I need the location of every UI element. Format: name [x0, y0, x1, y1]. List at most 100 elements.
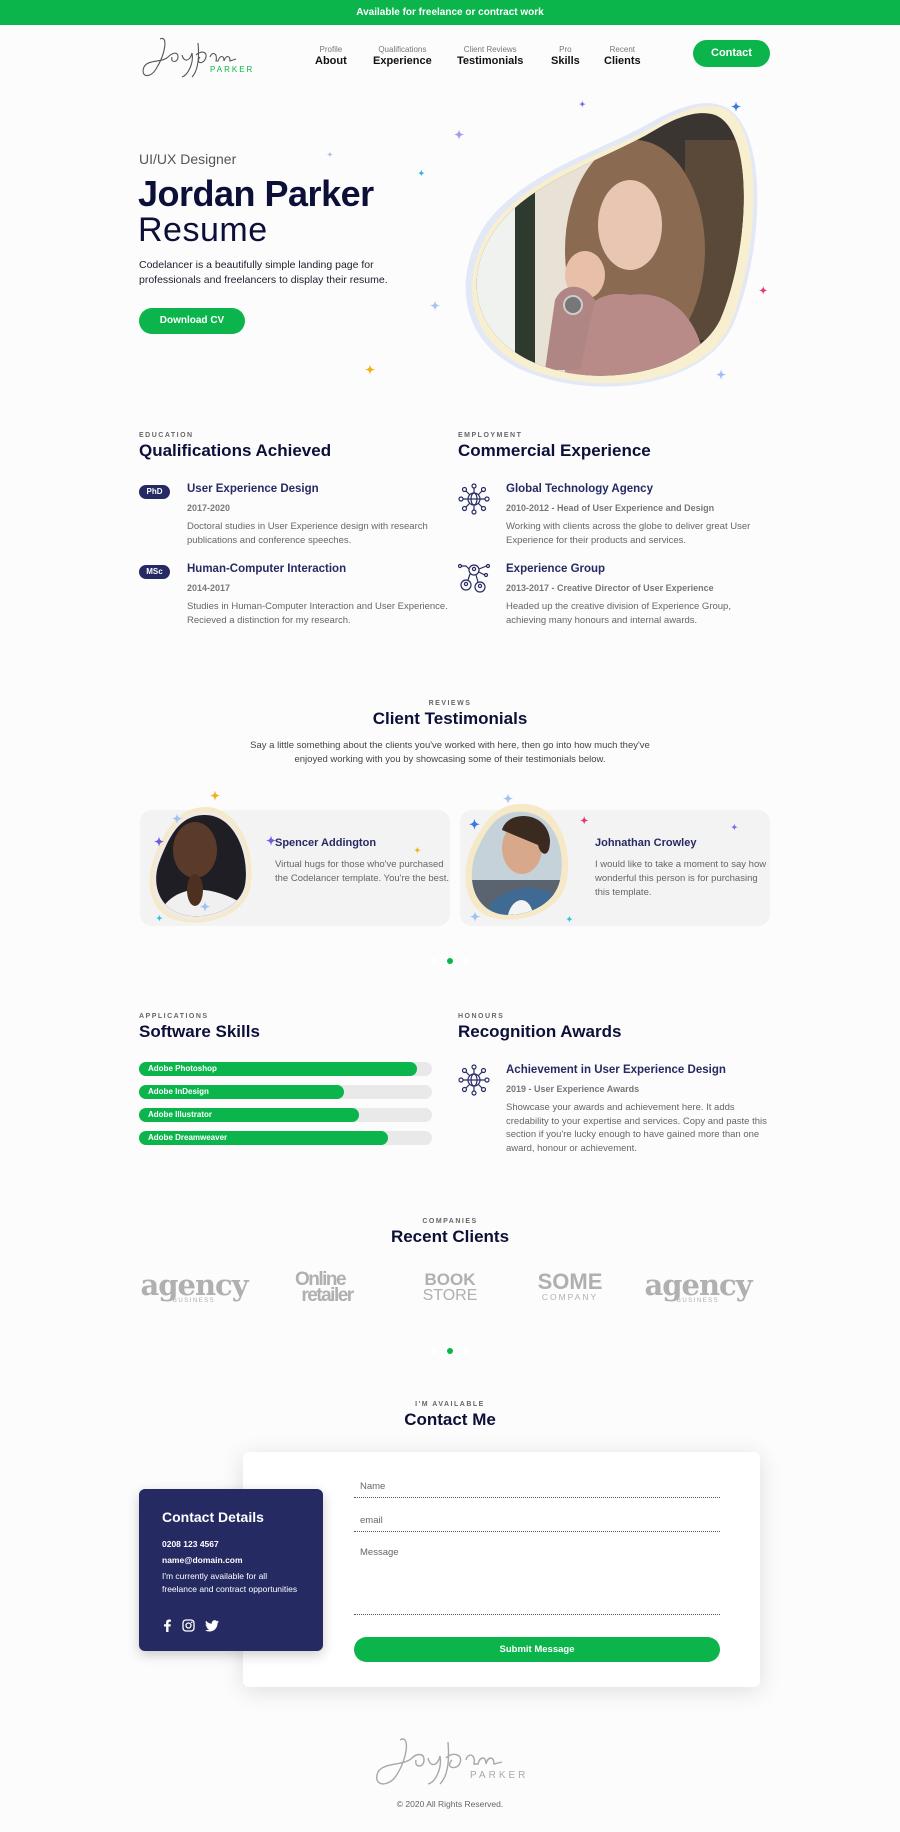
nav-item-skills[interactable]: Pro Skills: [551, 45, 580, 68]
nav-sub-label: Profile: [319, 45, 343, 54]
instagram-icon[interactable]: [182, 1619, 195, 1632]
skill-label: Adobe Illustrator: [148, 1110, 213, 1119]
carousel-dot[interactable]: [463, 1348, 469, 1354]
nav-sub-label: Recent: [609, 45, 636, 54]
nav-item-about[interactable]: Profile About: [315, 45, 347, 68]
employment-item: Global Technology Agency 2010-2012 - Hea…: [458, 483, 768, 547]
name-input[interactable]: [354, 1476, 720, 1497]
contact-phone[interactable]: 0208 123 4567: [162, 1539, 219, 1549]
section-kicker: COMPANIES: [422, 1218, 478, 1225]
sparkle-icon: ✦: [365, 363, 376, 377]
availability-text: Available for freelance or contract work: [356, 7, 544, 18]
entry-meta: 2010-2012 - Head of User Experience and …: [506, 503, 715, 513]
section-kicker: REVIEWS: [428, 700, 472, 707]
name-field[interactable]: [354, 1476, 720, 1498]
sparkle-icon: ✦: [266, 834, 277, 848]
skill-label: Adobe InDesign: [148, 1087, 209, 1096]
twitter-icon[interactable]: [205, 1619, 219, 1632]
nav-item-testimonials[interactable]: Client Reviews Testimonials: [457, 45, 523, 68]
client-logos: agency BUSINESS Online retailer BOOK STO…: [130, 1268, 770, 1322]
nav-item-experience[interactable]: Qualifications Experience: [373, 45, 432, 68]
section-title: Software Skills: [139, 1022, 260, 1041]
carousel-dot[interactable]: [431, 958, 437, 964]
footer-logo-surname: PARKER: [470, 1770, 529, 1781]
nav-item-clients[interactable]: Recent Clients: [604, 45, 641, 68]
entry-description: Headed up the creative division of Exper…: [506, 601, 731, 626]
section-kicker: APPLICATIONS: [139, 1013, 209, 1020]
sparkle-icon: ✦: [731, 100, 742, 114]
submit-message-button[interactable]: Submit Message: [354, 1637, 720, 1662]
skill-bar: Adobe Dreamweaver: [139, 1131, 432, 1145]
testimonial-author: Johnathan Crowley: [595, 837, 697, 849]
contact-button[interactable]: Contact: [693, 40, 770, 67]
availability-banner: Available for freelance or contract work: [0, 0, 900, 25]
education-item: PhD User Experience Design 2017-2020 Doc…: [139, 483, 449, 547]
sparkle-icon: ✦: [580, 816, 589, 827]
signature-logo-icon: [142, 37, 237, 78]
nav-sub-label: Client Reviews: [463, 45, 517, 54]
skills-section: APPLICATIONS Software Skills Adobe Photo…: [139, 1013, 449, 1154]
sparkle-icon: ✦: [154, 835, 165, 849]
sparkle-icon: ✦: [470, 910, 481, 924]
sparkle-icon: ✦: [503, 792, 514, 806]
education-section: EDUCATION Qualifications Achieved PhD Us…: [139, 432, 449, 627]
contact-details-card: Contact Details 0208 123 4567 name@domai…: [139, 1489, 323, 1651]
facebook-icon[interactable]: [162, 1619, 172, 1632]
email-input[interactable]: [354, 1510, 720, 1531]
entry-title: User Experience Design: [187, 483, 319, 495]
client-logo: SOME COMPANY: [530, 1271, 610, 1303]
skill-label: Adobe Photoshop: [148, 1064, 217, 1073]
entry-description: Doctoral studies in User Experience desi…: [187, 521, 428, 546]
message-field[interactable]: [354, 1547, 720, 1615]
skill-bar: Adobe InDesign: [139, 1085, 432, 1099]
section-kicker: EMPLOYMENT: [458, 432, 523, 439]
entry-description: Studies in Human-Computer Interaction an…: [187, 601, 448, 626]
carousel-dot-active[interactable]: [447, 1348, 453, 1354]
hero-role: UI/UX Designer: [139, 151, 237, 167]
client-logo-main: agency: [644, 1268, 752, 1302]
entry-description: Working with clients across the globe to…: [506, 521, 751, 546]
degree-badge: PhD: [139, 485, 170, 499]
skill-label: Adobe Dreamweaver: [148, 1133, 228, 1142]
entry-description: Showcase your awards and achievement her…: [506, 1102, 767, 1154]
sparkle-icon: ✦: [716, 368, 727, 382]
main-nav: PARKER Profile About Qualifications Expe…: [0, 25, 900, 90]
clients-carousel-dots: [0, 1341, 900, 1359]
employment-item: Experience Group 2013-2017 - Creative Di…: [458, 563, 768, 627]
carousel-dot[interactable]: [431, 1348, 437, 1354]
nav-sub-label: Pro: [559, 45, 572, 54]
section-kicker: I'M AVAILABLE: [415, 1401, 485, 1408]
sparkle-icon: ✦: [430, 299, 441, 313]
entry-title: Achievement in User Experience Design: [506, 1064, 726, 1076]
nav-label: Testimonials: [457, 55, 524, 67]
award-item: Achievement in User Experience Design 20…: [458, 1064, 768, 1155]
footer-logo: PARKER: [370, 1730, 530, 1790]
client-logo: agency BUSINESS: [642, 1268, 754, 1305]
copyright: © 2020 All Rights Reserved.: [396, 1799, 504, 1809]
section-kicker: HONOURS: [458, 1013, 505, 1020]
testimonial-author: Spencer Addington: [275, 837, 377, 849]
clients-header: COMPANIES Recent Clients: [0, 1218, 900, 1247]
logo-surname: PARKER: [210, 65, 255, 74]
client-logo-main: agency: [140, 1268, 248, 1302]
nav-label: Clients: [604, 55, 641, 67]
education-item: MSc Human-Computer Interaction 2014-2017…: [139, 563, 449, 627]
carousel-dot[interactable]: [463, 958, 469, 964]
awards-section: HONOURS Recognition Awards Achievement i…: [458, 1013, 768, 1155]
sparkle-icon: ✦: [469, 817, 480, 832]
client-logo-main: BOOK: [424, 1270, 476, 1289]
section-title: Recent Clients: [390, 1227, 510, 1246]
sparkle-icon: ✦: [414, 846, 421, 855]
message-textarea[interactable]: [354, 1547, 720, 1613]
email-field[interactable]: [354, 1510, 720, 1532]
entry-title: Human-Computer Interaction: [187, 563, 347, 575]
testimonials-carousel-dots: [0, 951, 900, 969]
globe-network-icon: [458, 1064, 490, 1096]
hero-description: Codelancer is a beautifully simple landi…: [139, 259, 388, 286]
carousel-dot-active[interactable]: [447, 958, 453, 964]
nav-label: Experience: [373, 55, 432, 67]
download-cv-button[interactable]: Download CV: [139, 308, 245, 334]
logo[interactable]: PARKER: [138, 33, 258, 83]
contact-email[interactable]: name@domain.com: [162, 1555, 243, 1565]
sparkle-icon: ✦: [210, 789, 221, 803]
